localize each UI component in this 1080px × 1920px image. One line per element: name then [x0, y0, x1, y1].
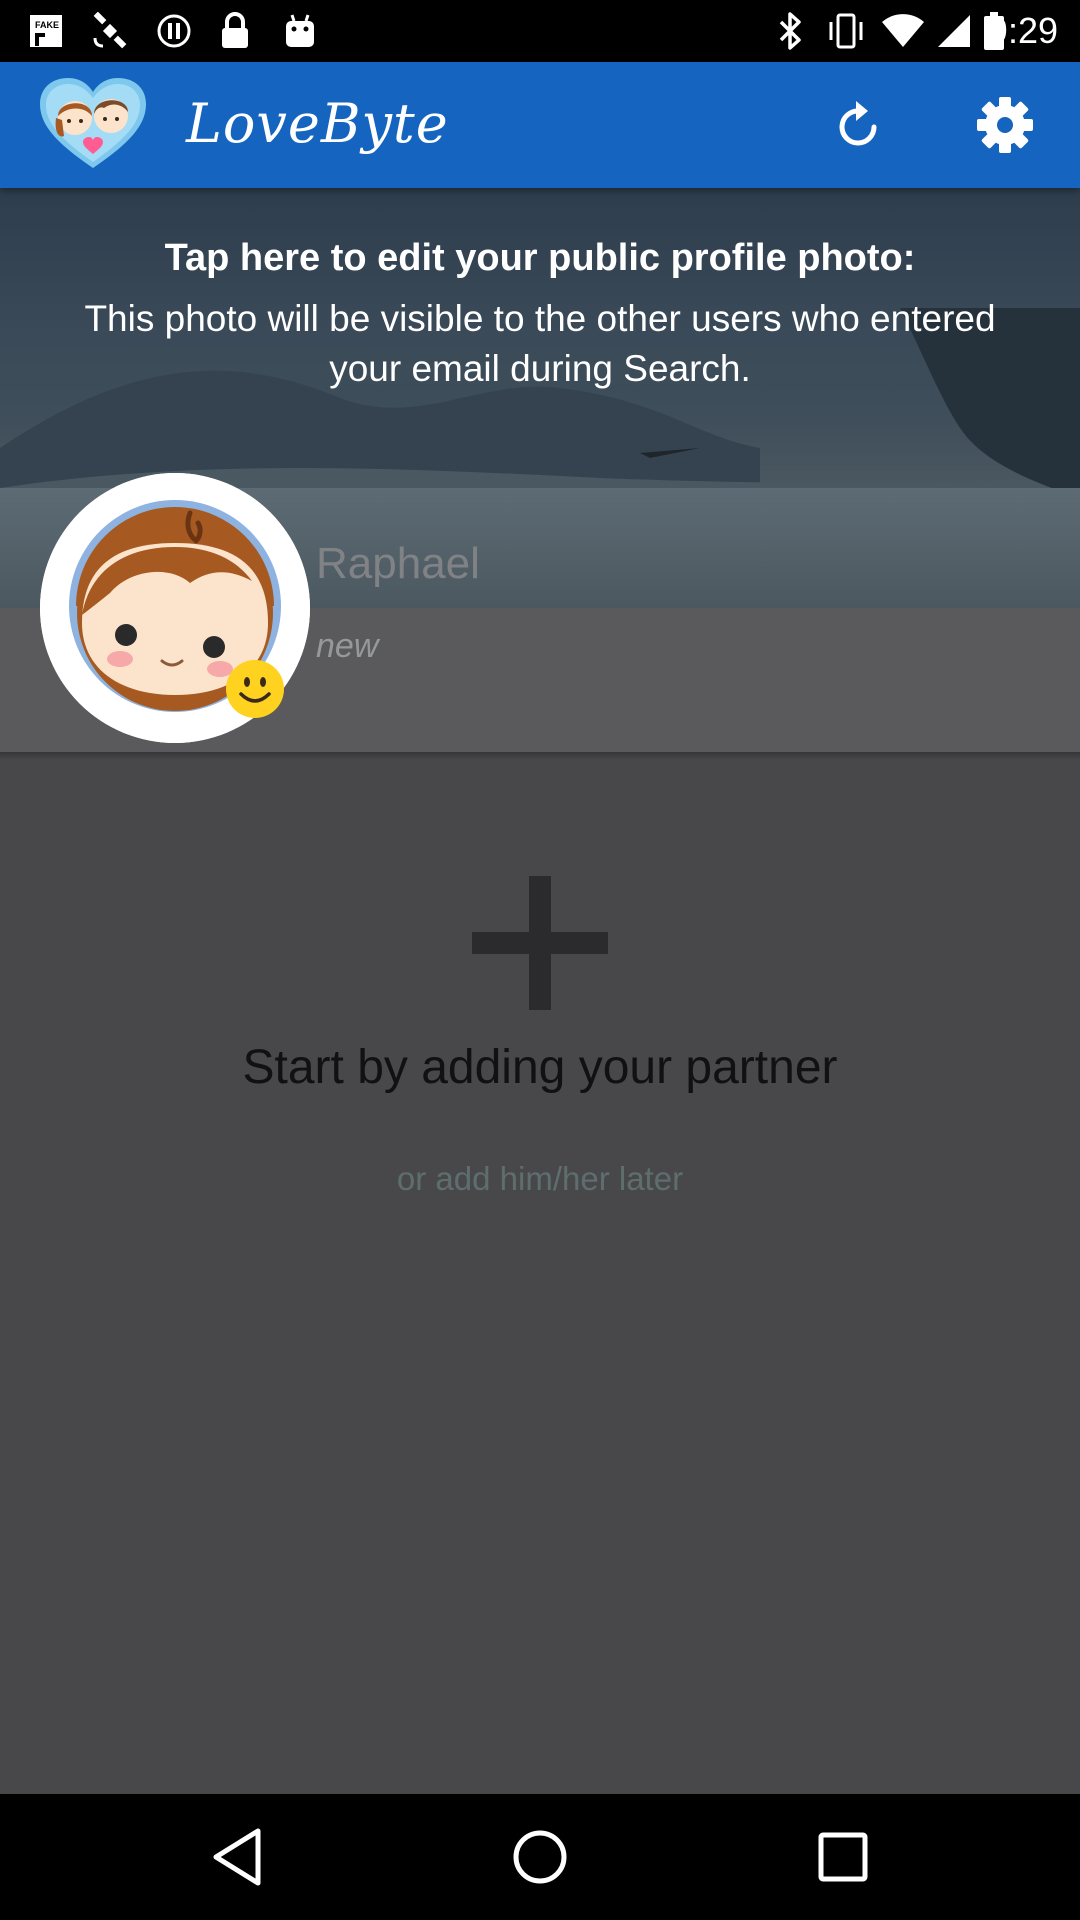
gear-icon — [977, 97, 1033, 153]
back-icon — [213, 1828, 261, 1886]
fake-gps-icon: FAKE — [26, 14, 66, 48]
wifi-icon — [880, 14, 926, 48]
screen: FAKE 9:29 LoveByte Tap here to edit your… — [0, 0, 1080, 1920]
recents-icon — [818, 1832, 868, 1882]
profile-avatar[interactable] — [40, 473, 310, 743]
bluetooth-icon — [776, 12, 806, 50]
smiley-badge-icon — [226, 660, 284, 718]
profile-name: Raphael — [316, 539, 480, 588]
refresh-icon — [839, 101, 877, 146]
satellite-icon — [90, 12, 130, 49]
add-partner-title[interactable]: Start by adding your partner — [0, 1038, 1080, 1098]
strip-divider — [0, 752, 1080, 760]
home-button[interactable] — [500, 1817, 580, 1897]
media-icon — [154, 14, 194, 48]
app-title: LoveByte — [186, 92, 449, 155]
add-later-link[interactable]: or add him/her later — [0, 1154, 1080, 1204]
refresh-button[interactable] — [826, 92, 892, 158]
edit-photo-title: Tap here to edit your public profile pho… — [164, 237, 916, 279]
home-icon — [513, 1830, 567, 1884]
navigation-bar — [0, 1794, 1080, 1920]
lock-icon — [218, 12, 252, 48]
add-partner-button[interactable] — [472, 876, 608, 1010]
recents-button[interactable] — [803, 1817, 883, 1897]
android-icon — [280, 14, 320, 48]
signal-icon — [934, 14, 974, 48]
vibrate-icon — [826, 13, 866, 49]
edit-photo-description: This photo will be visible to the other … — [84, 298, 996, 389]
lovebyte-logo — [38, 76, 148, 172]
profile-status: new — [316, 627, 379, 665]
app-bar: LoveByte — [0, 62, 1080, 188]
status-bar: FAKE 9:29 — [0, 0, 1080, 62]
settings-button[interactable] — [972, 92, 1038, 158]
svg-text:FAKE: FAKE — [35, 20, 59, 30]
status-time: 9:29 — [987, 10, 1058, 51]
back-button[interactable] — [197, 1817, 277, 1897]
plus-icon — [472, 876, 608, 1010]
